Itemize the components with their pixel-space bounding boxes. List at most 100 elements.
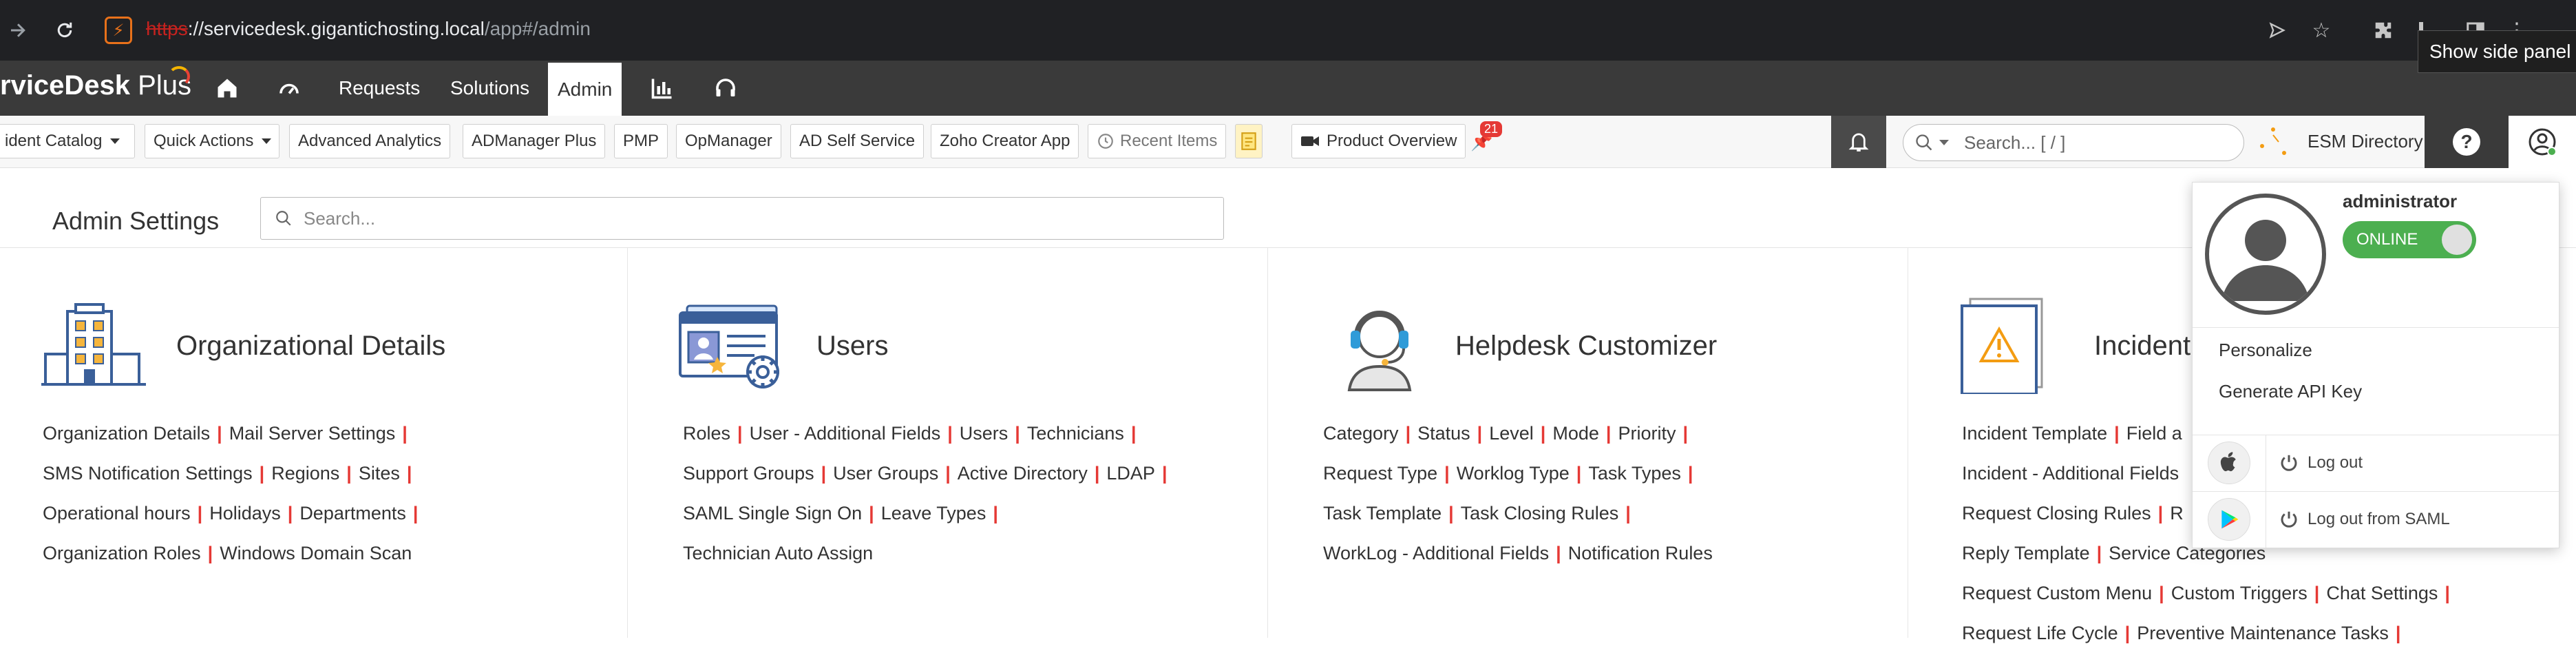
tab-admin[interactable]: Admin [548,61,622,116]
home-icon[interactable] [211,72,244,105]
link-category[interactable]: Category [1323,423,1399,444]
link-request-type[interactable]: Request Type [1323,463,1437,484]
logout-menu-item[interactable]: Log out [2266,435,2560,491]
profile-button[interactable] [2509,116,2576,168]
service-catalog-dropdown[interactable]: ident Catalog [0,124,135,158]
link-windows-domain-scan[interactable]: Windows Domain Scan [220,543,412,563]
extensions-icon[interactable] [2368,15,2398,45]
reload-icon[interactable] [50,15,80,45]
tab-solutions[interactable]: Solutions [441,61,539,116]
zoho-creator-button[interactable]: Zoho Creator App [931,124,1079,158]
admanager-plus-button[interactable]: ADManager Plus [463,124,606,158]
link-mode[interactable]: Mode [1552,423,1599,444]
card-links: Organization Details | Mail Server Setting… [43,423,419,563]
link-incident-additional-fields[interactable]: Incident - Additional Fields [1962,463,2179,484]
link-worklog-type[interactable]: Worklog Type [1457,463,1570,484]
link-request-life-cycle[interactable]: Request Life Cycle [1962,623,2118,643]
card-users: Users Roles | User - Additional Fields | Use… [628,248,1268,638]
link-task-types[interactable]: Task Types [1588,463,1681,484]
link-user-additional-fields[interactable]: User - Additional Fields [750,423,941,444]
product-overview-button[interactable]: Product Overview [1291,124,1466,158]
link-mail-server-settings[interactable]: Mail Server Settings [229,423,396,444]
tab-requests[interactable]: Requests [329,61,430,116]
link-request-custom-menu[interactable]: Request Custom Menu [1962,583,2152,603]
link-holidays[interactable]: Holidays [209,503,281,524]
advanced-analytics-button[interactable]: Advanced Analytics [289,124,451,158]
user-id-card-icon [679,304,789,393]
link-truncated[interactable]: R [2170,503,2184,524]
link-task-closing-rules[interactable]: Task Closing Rules [1461,503,1619,524]
forward-icon[interactable] [3,15,33,45]
bookmark-star-icon[interactable]: ☆ [2306,15,2336,45]
ad-self-service-button[interactable]: AD Self Service [790,124,925,158]
link-roles[interactable]: Roles [683,423,730,444]
link-custom-triggers[interactable]: Custom Triggers [2171,583,2308,603]
toggle-knob [2442,225,2472,255]
apple-app-store-icon[interactable] [2208,442,2250,484]
support-headset-icon[interactable] [709,72,742,105]
link-technician-auto-assign[interactable]: Technician Auto Assign [683,543,873,563]
help-button[interactable]: ? [2425,116,2509,168]
recent-items-button[interactable]: Recent Items [1088,124,1227,158]
link-level[interactable]: Level [1489,423,1534,444]
link-incident-template[interactable]: Incident Template [1962,423,2107,444]
link-ldap[interactable]: LDAP [1106,463,1155,484]
servicedesk-logo[interactable]: rviceDesk Plus [0,70,191,101]
link-departments[interactable]: Departments [299,503,406,524]
admin-search-input[interactable]: Search... [260,197,1224,240]
global-search-input[interactable]: Search... [ / ] [1903,124,2244,161]
quick-actions-dropdown[interactable]: Quick Actions [145,124,279,158]
online-status-toggle[interactable]: ONLINE [2343,221,2476,258]
logo-arc-icon [168,66,190,87]
link-reply-template[interactable]: Reply Template [1962,543,2090,563]
link-sites[interactable]: Sites [359,463,400,484]
history-icon [1098,134,1113,149]
link-task-template[interactable]: Task Template [1323,503,1442,524]
notes-icon[interactable] [1235,124,1263,158]
building-icon [40,302,147,391]
link-active-directory[interactable]: Active Directory [958,463,1088,484]
link-support-groups[interactable]: Support Groups [683,463,814,484]
card-links: Category | Status | Level | Mode | Priority | Req… [1323,423,1713,563]
link-saml-single-sign-on[interactable]: SAML Single Sign On [683,503,862,524]
notifications-bell-icon[interactable] [1831,116,1886,168]
link-organization-roles[interactable]: Organization Roles [43,543,201,563]
dashboard-icon[interactable] [273,72,306,105]
google-play-store-icon[interactable] [2208,498,2250,541]
link-sms-notification-settings[interactable]: SMS Notification Settings [43,463,253,484]
reports-icon[interactable] [646,72,679,105]
send-tab-icon[interactable] [2262,15,2292,45]
opmanager-button[interactable]: OpManager [676,124,781,158]
link-preventive-maintenance-tasks[interactable]: Preventive Maintenance Tasks [2137,623,2389,643]
link-organization-details[interactable]: Organization Details [43,423,210,444]
default-user-icon [2221,220,2310,301]
link-request-closing-rules[interactable]: Request Closing Rules [1962,503,2151,524]
address-bar[interactable]: https://servicedesk.gigantichosting.loca… [146,18,591,40]
notification-count-badge: 21 [1480,121,1503,137]
chevron-down-icon [110,138,120,144]
link-technicians[interactable]: Technicians [1027,423,1124,444]
personalize-menu-item[interactable]: Personalize [2219,340,2312,361]
link-users[interactable]: Users [960,423,1009,444]
card-links: Roles | User - Additional Fields | Users | Tec… [683,423,1168,563]
link-leave-types[interactable]: Leave Types [881,503,986,524]
esm-directory-label[interactable]: ESM Directory [2308,131,2423,152]
link-operational-hours[interactable]: Operational hours [43,503,191,524]
admin-settings-header: Admin Settings Search... [0,168,2576,248]
link-regions[interactable]: Regions [271,463,339,484]
generate-api-key-menu-item[interactable]: Generate API Key [2219,381,2362,402]
link-priority[interactable]: Priority [1618,423,1676,444]
link-worklog-additional-fields[interactable]: WorkLog - Additional Fields [1323,543,1549,563]
search-scope-chevron-icon[interactable] [1939,140,1949,145]
link-user-groups[interactable]: User Groups [833,463,938,484]
link-field-and-form-rules[interactable]: Field a [2126,423,2182,444]
pmp-button[interactable]: PMP [614,124,668,158]
esm-directory-icon[interactable] [2257,125,2290,158]
card-helpdesk-customizer: Helpdesk Customizer Category | Status | Leve… [1268,248,1908,638]
logout-saml-menu-item[interactable]: Log out from SAML [2266,491,2560,548]
avatar [2205,194,2326,315]
profile-dropdown-menu: administrator ONLINE Personalize Generat… [2192,182,2559,548]
link-notification-rules[interactable]: Notification Rules [1568,543,1713,563]
link-status[interactable]: Status [1417,423,1470,444]
link-chat-settings[interactable]: Chat Settings [2326,583,2438,603]
